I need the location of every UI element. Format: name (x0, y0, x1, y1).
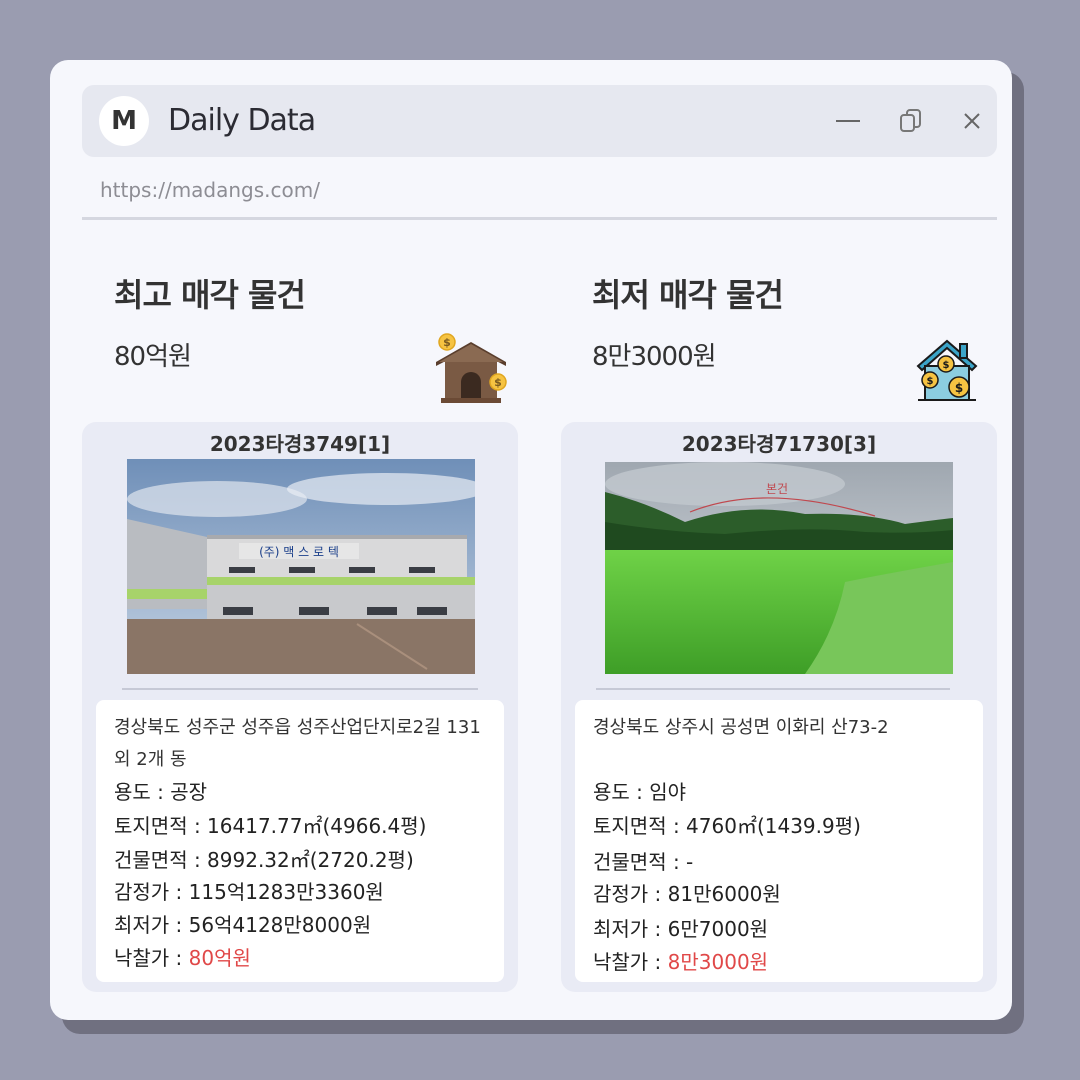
lowest-price: 8만3000원 (592, 342, 717, 372)
copy-icon (900, 109, 921, 132)
highest-land-area: 토지면적 : 16417.77㎡(4966.4평) (114, 814, 427, 838)
highest-card[interactable]: 2023타경3749[1] (주) 맥 스 로 텍 경상북도 성주군 성주읍 성… (82, 422, 518, 992)
lowest-address: 경상북도 상주시 공성면 이화리 산73-2 (593, 717, 889, 738)
highest-property-photo: (주) 맥 스 로 텍 (127, 459, 475, 674)
lowest-usage: 용도 : 임야 (593, 780, 687, 804)
lowest-heading: 최저 매각 물건 (592, 276, 784, 314)
highest-winning-label: 낙찰가 : (114, 946, 189, 970)
highest-header: 최고 매각 물건 80억원 (114, 270, 306, 373)
lowest-info-box: 경상북도 상주시 공성면 이화리 산73-2 용도 : 임야 토지면적 : 47… (575, 700, 983, 982)
url-text[interactable]: https://madangs.com/ (100, 178, 320, 202)
svg-text:$: $ (494, 376, 502, 389)
lowest-minimum: 최저가 : 6만7000원 (593, 917, 769, 941)
close-button[interactable] (958, 107, 986, 135)
close-icon (964, 113, 980, 129)
lowest-winning-label: 낙찰가 : (593, 950, 668, 974)
house-money-icon: $ $ (433, 332, 509, 408)
lowest-land-area: 토지면적 : 4760㎡(1439.9평) (593, 814, 861, 838)
photo-label-text: 본건 (766, 482, 788, 496)
app-title: Daily Data (168, 103, 316, 138)
highest-divider (122, 688, 478, 690)
app-logo: M (99, 96, 149, 146)
url-divider (82, 217, 997, 220)
highest-usage: 용도 : 공장 (114, 780, 208, 804)
lowest-card[interactable]: 2023타경71730[3] 본건 경상북도 상주시 공성면 이화리 산73-2… (561, 422, 997, 992)
highest-building-area: 건물면적 : 8992.32㎡(2720.2평) (114, 848, 414, 872)
highest-heading: 최고 매각 물건 (114, 276, 306, 314)
highest-appraisal: 감정가 : 115억1283만3360원 (114, 880, 384, 904)
highest-info-box: 경상북도 성주군 성주읍 성주산업단지로2길 131 외 2개 동 용도 : 공… (96, 700, 504, 982)
app-window: M Daily Data https://madangs.com/ 최고 매각 … (50, 60, 1012, 1020)
lowest-case-number: 2023타경71730[3] (681, 432, 877, 456)
highest-price: 80억원 (114, 342, 192, 372)
svg-text:$: $ (927, 376, 934, 387)
house-coins-icon: $ $ $ (916, 338, 978, 406)
highest-case-number: 2023타경3749[1] (209, 432, 391, 456)
lowest-winning-bid: 낙찰가 : 8만3000원 (593, 946, 768, 975)
svg-text:$: $ (943, 360, 950, 371)
svg-text:$: $ (955, 381, 963, 395)
highest-winning-value: 80억원 (188, 946, 251, 970)
lowest-winning-value: 8만3000원 (667, 950, 769, 974)
lowest-appraisal: 감정가 : 81만6000원 (593, 882, 781, 906)
highest-address: 경상북도 성주군 성주읍 성주산업단지로2길 131 외 2개 동 (114, 717, 481, 770)
lowest-property-photo: 본건 (605, 462, 953, 674)
highest-winning-bid: 낙찰가 : 80억원 (114, 942, 251, 971)
lowest-divider (596, 688, 950, 690)
photo-sign-text: (주) 맥 스 로 텍 (259, 545, 339, 559)
lowest-building-area: 건물면적 : - (593, 850, 694, 874)
lowest-header: 최저 매각 물건 8만3000원 (592, 270, 784, 373)
minimize-icon (836, 120, 860, 122)
copy-button[interactable] (897, 107, 925, 135)
minimize-button[interactable] (834, 107, 862, 135)
svg-text:$: $ (443, 336, 451, 349)
highest-minimum: 최저가 : 56억4128만8000원 (114, 913, 372, 937)
title-bar: M Daily Data (82, 85, 997, 157)
